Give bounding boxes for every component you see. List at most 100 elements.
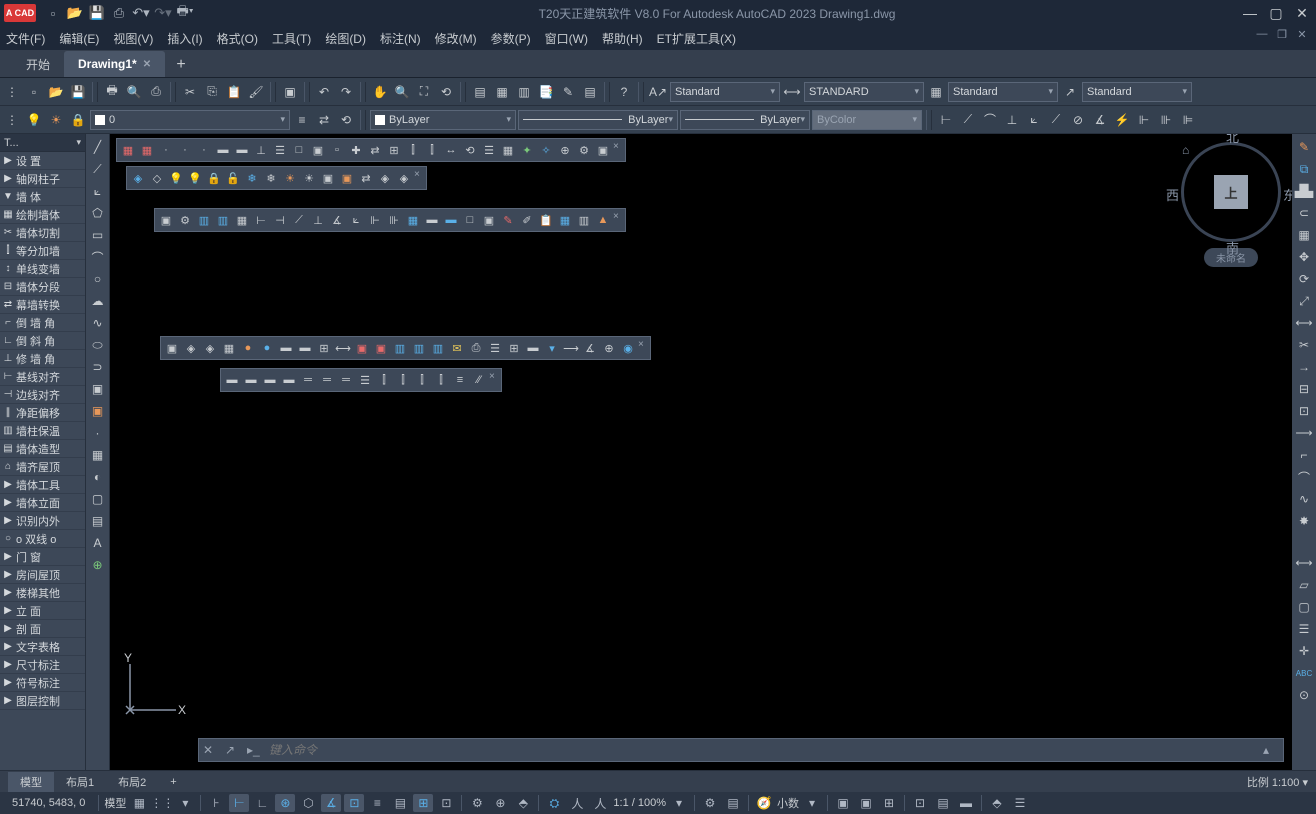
fillet-icon[interactable]: ⌒ <box>1293 466 1315 488</box>
tangent-item[interactable]: ▶剖 面 <box>0 620 85 638</box>
blend-icon[interactable]: ∿ <box>1293 488 1315 510</box>
tangent-item[interactable]: ▶门 窗 <box>0 548 85 566</box>
table-style-combo[interactable]: Standard▾ <box>948 82 1058 102</box>
home-icon[interactable]: ⌂ <box>1182 143 1189 157</box>
osnap-icon[interactable]: ⊡ <box>344 794 364 812</box>
ft-icon[interactable]: 🔒 <box>205 169 223 187</box>
viewcube-west[interactable]: 西 <box>1166 185 1179 204</box>
list-icon[interactable]: ☰ <box>1293 618 1315 640</box>
ft-icon[interactable]: ❄ <box>243 169 261 187</box>
area-icon[interactable]: ▱ <box>1293 574 1315 596</box>
ft-icon[interactable]: ✉ <box>448 339 466 357</box>
print-icon[interactable]: 🖶 <box>102 82 122 102</box>
ft-icon[interactable]: ⊞ <box>505 339 523 357</box>
ft-icon[interactable]: ✧ <box>537 141 555 159</box>
dim-quick-icon[interactable]: ⚡ <box>1112 110 1132 130</box>
dim-radius-icon[interactable]: ⟀ <box>1024 110 1044 130</box>
layout-add-button[interactable]: + <box>158 772 188 792</box>
save-file-icon[interactable]: 💾 <box>68 82 88 102</box>
ft-icon[interactable]: ⊞ <box>315 339 333 357</box>
ft-icon[interactable]: ⊞ <box>385 141 403 159</box>
grip-icon[interactable]: ⋮ <box>2 82 22 102</box>
3d-icon[interactable]: ⬘ <box>513 794 533 812</box>
tangent-item[interactable]: ⫿等分加墙 <box>0 242 85 260</box>
ft-icon[interactable]: ❄ <box>262 169 280 187</box>
zoom-label[interactable]: 1:1 / 100% <box>613 797 666 809</box>
ft-icon[interactable]: · <box>195 141 213 159</box>
space-toggle[interactable]: 模型 <box>104 795 126 811</box>
ft-icon[interactable]: ▥ <box>575 211 593 229</box>
ft-icon[interactable]: ▣ <box>353 339 371 357</box>
markup-icon[interactable]: ✎ <box>558 82 578 102</box>
ellipse-icon[interactable]: ⬭ <box>87 334 109 356</box>
ft-icon[interactable]: 🔓 <box>224 169 242 187</box>
ft-icon[interactable]: ▥ <box>429 339 447 357</box>
tangent-item[interactable]: ▶符号标注 <box>0 674 85 692</box>
publish-icon[interactable]: ⎙ <box>146 82 166 102</box>
ft-icon[interactable]: ▦ <box>233 211 251 229</box>
anno-auto-icon[interactable]: 人 <box>590 794 610 812</box>
maximize-button[interactable]: ▢ <box>1266 3 1286 23</box>
quickprop-icon[interactable]: 🧭 <box>754 794 774 812</box>
ft-icon[interactable]: ⫿ <box>423 141 441 159</box>
layer-lock-icon[interactable]: 🔒 <box>68 110 88 130</box>
tangent-item[interactable]: ↕单线变墙 <box>0 260 85 278</box>
menu-window[interactable]: 窗口(W) <box>545 30 588 47</box>
copy-icon[interactable]: ⎘ <box>202 82 222 102</box>
menu-icon[interactable]: ▾ <box>175 794 195 812</box>
ft-icon[interactable]: ▬ <box>280 371 298 389</box>
insert-icon[interactable]: ▣ <box>87 378 109 400</box>
viewcube-east[interactable]: 东 <box>1283 185 1292 204</box>
ft-icon[interactable]: ▣ <box>480 211 498 229</box>
ft-icon[interactable]: ● <box>258 339 276 357</box>
ft-icon[interactable]: ☀ <box>300 169 318 187</box>
ft-icon[interactable]: ⊕ <box>600 339 618 357</box>
viewcube-north[interactable]: 北 <box>1226 134 1239 146</box>
ft-icon[interactable]: ▥ <box>195 211 213 229</box>
tangent-item[interactable]: ▶设 置 <box>0 152 85 170</box>
ft-icon[interactable]: ▬ <box>261 371 279 389</box>
saveas-icon[interactable]: ⎙ <box>110 4 128 22</box>
command-input[interactable] <box>269 743 1257 757</box>
ft-icon[interactable]: · <box>157 141 175 159</box>
menu-draw[interactable]: 绘图(D) <box>325 30 366 47</box>
table-icon[interactable]: ▤ <box>87 510 109 532</box>
close-icon[interactable]: × <box>638 339 648 357</box>
menu-tools[interactable]: 工具(T) <box>272 30 311 47</box>
tangent-item[interactable]: ▶轴网柱子 <box>0 170 85 188</box>
ft-icon[interactable]: ✎ <box>499 211 517 229</box>
tangent-item[interactable]: ⊢基线对齐 <box>0 368 85 386</box>
mirror-icon[interactable]: ▟▙ <box>1293 180 1315 202</box>
matchprop-icon[interactable]: 🖌 <box>246 82 266 102</box>
dynamic-icon[interactable]: ⊢ <box>229 794 249 812</box>
ft-icon[interactable]: ▫ <box>328 141 346 159</box>
coordinates[interactable]: 51740, 5483, 0 <box>4 797 93 809</box>
tangent-item[interactable]: ▶图层控制 <box>0 692 85 710</box>
join-icon[interactable]: ⟶ <box>1293 422 1315 444</box>
lwt-icon[interactable]: ≡ <box>367 794 387 812</box>
ws-switch-icon[interactable]: ⚙ <box>700 794 720 812</box>
ft-icon[interactable]: ⟲ <box>461 141 479 159</box>
sc-icon[interactable]: ⊡ <box>436 794 456 812</box>
line-icon[interactable]: ╱ <box>87 136 109 158</box>
ft-icon[interactable]: ∡ <box>328 211 346 229</box>
designcenter-icon[interactable]: ▦ <box>492 82 512 102</box>
floating-toolbar-layer[interactable]: ◈◇ 💡💡 🔒🔓 ❄❄ ☀☀ ▣▣ ⇄◈◈ × <box>126 166 427 190</box>
cmd-expand-icon[interactable]: ▴ <box>1263 743 1279 757</box>
preview-icon[interactable]: 🔍 <box>124 82 144 102</box>
dim-linear-icon[interactable]: ⊢ <box>936 110 956 130</box>
ft-icon[interactable]: ⊪ <box>385 211 403 229</box>
close-tab-icon[interactable]: ✕ <box>143 59 151 70</box>
rectangle-icon[interactable]: ▭ <box>87 224 109 246</box>
ft-icon[interactable]: ☰ <box>356 371 374 389</box>
ft-icon[interactable]: ☰ <box>271 141 289 159</box>
gd3-icon[interactable]: ⊞ <box>879 794 899 812</box>
tangent-item[interactable]: ▼墙 体 <box>0 188 85 206</box>
ft-icon[interactable]: ═ <box>318 371 336 389</box>
dim-diameter-icon[interactable]: ⊘ <box>1068 110 1088 130</box>
undo-icon[interactable]: ↶▾ <box>132 4 150 22</box>
revcloud-icon[interactable]: ☁ <box>87 290 109 312</box>
ft-icon[interactable]: ◈ <box>376 169 394 187</box>
tangent-item[interactable]: ▶立 面 <box>0 602 85 620</box>
hatch-icon[interactable]: ▦ <box>87 444 109 466</box>
